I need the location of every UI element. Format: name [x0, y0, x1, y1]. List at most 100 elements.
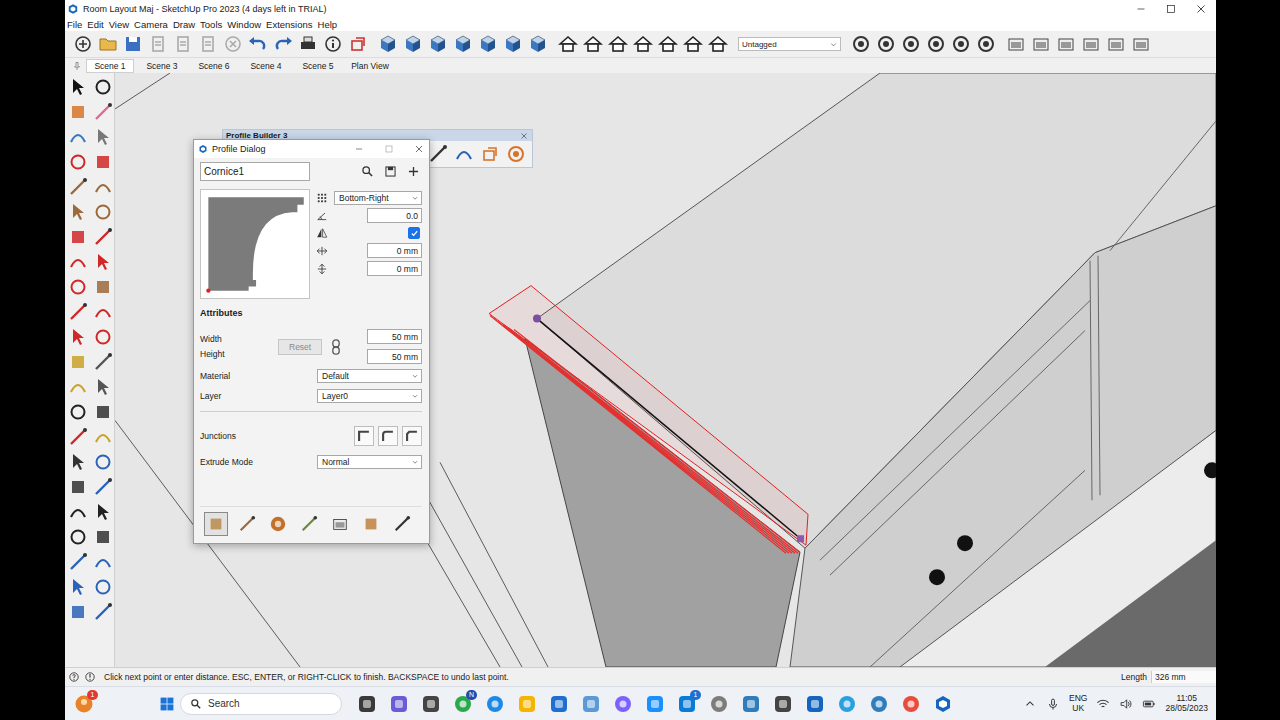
component-house-icon[interactable] — [583, 34, 603, 54]
taskbar-app[interactable] — [482, 691, 508, 717]
dialog-title-bar[interactable]: Profile Dialog — [194, 140, 429, 158]
polygon-icon[interactable] — [93, 202, 113, 222]
scene-tab[interactable]: Scene 3 — [138, 59, 186, 73]
front-view-cube-icon[interactable] — [428, 34, 448, 54]
xray-ring-icon[interactable] — [851, 34, 871, 54]
size-field[interactable]: 50 mm — [367, 329, 422, 344]
protractor-icon[interactable] — [68, 377, 88, 397]
follow-me-icon[interactable] — [93, 302, 113, 322]
back-edges-ring-icon[interactable] — [876, 34, 896, 54]
pan-hand-icon[interactable] — [93, 427, 113, 447]
reset-button[interactable]: Reset — [278, 339, 322, 355]
close-icon[interactable] — [413, 143, 425, 155]
wireframe-ring-icon[interactable] — [901, 34, 921, 54]
text-label-icon[interactable] — [93, 377, 113, 397]
dialog-tool-button[interactable] — [266, 512, 290, 536]
textured-ring-icon[interactable] — [976, 34, 996, 54]
battery-icon[interactable] — [1142, 697, 1156, 711]
maximize-icon[interactable] — [383, 143, 395, 155]
scene-tab[interactable]: Scene 5 — [294, 59, 342, 73]
hidden-icons-chevron-icon[interactable] — [1023, 697, 1037, 711]
minimize-icon[interactable] — [353, 143, 365, 155]
taskbar-app[interactable] — [546, 691, 572, 717]
window-b-panel-icon[interactable] — [1106, 34, 1126, 54]
section-house-icon[interactable] — [633, 34, 653, 54]
model-viewport[interactable]: Profile Builder 3Profile DialogCornice1B… — [115, 73, 1216, 667]
taskbar-app[interactable] — [834, 691, 860, 717]
taskbar-app[interactable] — [610, 691, 636, 717]
group-house-icon[interactable] — [608, 34, 628, 54]
new-file-icon[interactable] — [73, 34, 93, 54]
material-dropdown[interactable]: Default — [317, 369, 422, 383]
smoove-icon[interactable] — [68, 577, 88, 597]
layer-dropdown[interactable]: Layer0 — [317, 389, 422, 403]
taskbar-app[interactable] — [770, 691, 796, 717]
close-icon[interactable] — [519, 131, 529, 141]
microphone-icon[interactable] — [1046, 697, 1060, 711]
section-cut-panel-icon[interactable] — [1031, 34, 1051, 54]
add-detail-icon[interactable] — [93, 602, 113, 622]
taskbar-app[interactable] — [706, 691, 732, 717]
save-icon[interactable] — [384, 165, 397, 178]
anchor-dropdown[interactable]: Bottom-Right — [334, 191, 422, 205]
tape-measure-icon[interactable] — [68, 352, 88, 372]
scale-icon[interactable] — [68, 327, 88, 347]
zoom-previous-icon[interactable] — [93, 477, 113, 497]
push-pull-icon[interactable] — [93, 277, 113, 297]
size-field[interactable]: 50 mm — [367, 349, 422, 364]
clock[interactable]: 11:0528/05/2023 — [1165, 694, 1208, 714]
hidden-line-ring-icon[interactable] — [926, 34, 946, 54]
speaker-icon[interactable] — [1119, 697, 1133, 711]
taskbar-app[interactable] — [642, 691, 668, 717]
chain-link-icon[interactable] — [328, 339, 344, 355]
taskbar-search[interactable]: Search — [180, 693, 342, 715]
taskbar-app[interactable] — [866, 691, 892, 717]
sandbox-scratch-icon[interactable] — [93, 552, 113, 572]
iso-view-cube-icon[interactable] — [378, 34, 398, 54]
menu-item[interactable]: Tools — [200, 19, 222, 30]
taskbar-app[interactable] — [386, 691, 412, 717]
dialog-tool-button[interactable] — [390, 512, 414, 536]
three-d-text-icon[interactable] — [93, 402, 113, 422]
mirror-checkbox[interactable] — [408, 227, 420, 239]
select-arrow-icon[interactable] — [68, 77, 88, 97]
model-info-icon[interactable] — [323, 34, 343, 54]
junction-button[interactable] — [378, 426, 398, 446]
zoom-window-icon[interactable] — [93, 452, 113, 472]
measurements-field[interactable]: 326 mm — [1151, 671, 1216, 683]
back-view-cube-icon[interactable] — [478, 34, 498, 54]
dialog-tool-button[interactable] — [204, 512, 228, 536]
section-fill-panel-icon[interactable] — [1056, 34, 1076, 54]
copy-icon[interactable] — [173, 34, 193, 54]
info-icon[interactable] — [84, 671, 96, 683]
window-a-panel-icon[interactable] — [1081, 34, 1101, 54]
offset-y-field[interactable]: 0 mm — [367, 261, 422, 276]
cut-icon[interactable] — [148, 34, 168, 54]
bottom-view-cube-icon[interactable] — [528, 34, 548, 54]
right-view-cube-icon[interactable] — [453, 34, 473, 54]
shaded-ring-icon[interactable] — [951, 34, 971, 54]
taskbar-app[interactable]: 1 — [674, 691, 700, 717]
minimize-icon[interactable] — [1134, 2, 1148, 16]
section-plane-panel-icon[interactable] — [1006, 34, 1026, 54]
save-disk-icon[interactable] — [123, 34, 143, 54]
junction-button[interactable] — [354, 426, 374, 446]
scene-tab[interactable]: Scene 1 — [86, 59, 134, 73]
warehouse-house-icon[interactable] — [558, 34, 578, 54]
move-arrows-icon[interactable] — [68, 277, 88, 297]
help-icon[interactable] — [68, 671, 80, 683]
stamp-icon[interactable] — [93, 577, 113, 597]
offset-icon[interactable] — [93, 327, 113, 347]
close-icon[interactable] — [1194, 2, 1208, 16]
menu-item[interactable]: View — [109, 19, 129, 30]
profile-name-field[interactable]: Cornice1 — [200, 162, 310, 181]
red-box-icon[interactable] — [348, 34, 368, 54]
pie-icon[interactable] — [93, 252, 113, 272]
taskbar-app[interactable] — [578, 691, 604, 717]
weather-widget[interactable]: 1 — [71, 691, 97, 717]
menu-item[interactable]: Window — [227, 19, 261, 30]
section-plane-icon[interactable] — [93, 527, 113, 547]
erase-icon[interactable] — [223, 34, 243, 54]
zoom-icon[interactable] — [68, 452, 88, 472]
menu-item[interactable]: Draw — [173, 19, 195, 30]
